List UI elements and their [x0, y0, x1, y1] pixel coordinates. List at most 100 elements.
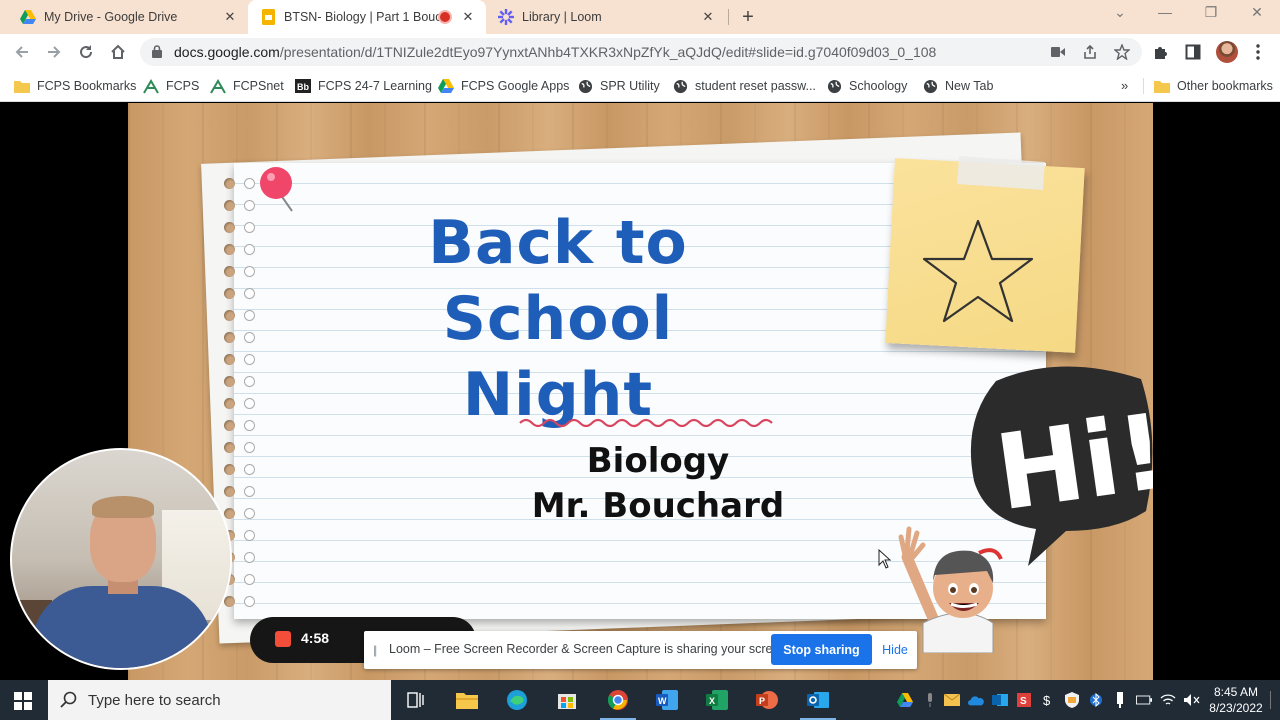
arrow-right-icon [48, 46, 61, 58]
bookmark-label: Other bookmarks [1177, 79, 1273, 93]
binder-ring-hole [244, 508, 255, 519]
svg-text:X: X [709, 696, 715, 706]
binder-hole [224, 376, 235, 387]
google-drive-tray-icon[interactable] [897, 692, 913, 708]
close-icon[interactable]: ✕ [700, 9, 716, 25]
tab-loom[interactable]: Library | Loom ✕ [486, 0, 726, 34]
dollar-tray-icon[interactable]: $ [1040, 692, 1056, 708]
stop-recording-button[interactable] [275, 631, 291, 647]
taskbar-search-box[interactable]: Type here to search [48, 680, 391, 720]
taskbar-clock[interactable]: 8:45 AM 8/23/2022 [1206, 684, 1266, 716]
bookmarks-overflow-button[interactable]: » [1121, 78, 1128, 93]
loom-webcam-bubble[interactable] [10, 448, 232, 670]
share-icon[interactable] [1082, 44, 1098, 60]
binder-ring-hole [244, 376, 255, 387]
microsoft-store-icon[interactable] [555, 688, 579, 712]
binder-hole [224, 288, 235, 299]
binder-hole [224, 178, 235, 189]
bookmark-fcpsnet[interactable]: FCPSnet [210, 76, 284, 96]
bookmark-other-bookmarks[interactable]: Other bookmarks [1154, 76, 1273, 96]
lock-icon[interactable] [152, 45, 162, 63]
bookmark-spr-utility[interactable]: SPR Utility [577, 76, 660, 96]
microphone-tray-icon[interactable] [922, 692, 938, 708]
bookmark-fcps-24-7[interactable]: Bb FCPS 24-7 Learning [295, 76, 432, 96]
address-bar[interactable]: docs.google.com/presentation/d/1TNIZule2… [140, 38, 1142, 66]
star-bookmark-icon[interactable] [1114, 44, 1130, 60]
onedrive-tray-icon[interactable] [968, 692, 984, 708]
extensions-puzzle-icon[interactable] [1152, 43, 1170, 61]
word-icon[interactable]: W [655, 688, 679, 712]
powerpoint-icon[interactable]: P [755, 688, 779, 712]
bookmark-fcps-bookmarks[interactable]: FCPS Bookmarks [14, 76, 136, 96]
stop-sharing-button[interactable]: Stop sharing [771, 634, 872, 665]
bookmark-fcps-google-apps[interactable]: FCPS Google Apps [438, 76, 569, 96]
tab-google-drive[interactable]: My Drive - Google Drive ✕ [8, 0, 248, 34]
home-button[interactable] [108, 42, 128, 62]
bookmarks-bar: FCPS Bookmarks FCPS FCPSnet Bb FCPS 24-7… [0, 70, 1280, 102]
usb-device-tray-icon[interactable] [1112, 692, 1128, 708]
reload-button[interactable] [76, 42, 96, 62]
svg-text:W: W [658, 696, 667, 706]
bluetooth-tray-icon[interactable] [1088, 692, 1104, 708]
binder-ring-hole [244, 486, 255, 497]
google-drive-icon [20, 9, 36, 25]
app-tray-icon-s[interactable]: S [1016, 692, 1032, 708]
chrome-icon[interactable] [600, 688, 636, 720]
new-tab-button[interactable]: + [738, 6, 758, 28]
camera-in-use-icon[interactable] [1050, 44, 1066, 60]
bookmark-schoology[interactable]: Schoology [826, 76, 907, 96]
mail-tray-icon[interactable] [944, 692, 960, 708]
close-icon[interactable]: ✕ [222, 9, 238, 25]
globe-icon [672, 78, 688, 94]
url-host: docs.google.com [174, 44, 280, 60]
tab-title: My Drive - Google Drive [44, 10, 178, 24]
tab-slides[interactable]: BTSN- Biology | Part 1 Bouch ✕ [248, 0, 486, 34]
windows-start-icon[interactable] [14, 692, 32, 710]
window-close-button[interactable]: ✕ [1242, 4, 1272, 21]
bookmark-fcps[interactable]: FCPS [143, 76, 199, 96]
outlook-icon[interactable] [800, 688, 836, 720]
excel-icon[interactable]: X [705, 688, 729, 712]
fcps-icon [143, 78, 159, 94]
side-panel-icon[interactable] [1184, 43, 1202, 61]
profile-avatar[interactable] [1216, 41, 1238, 63]
binder-ring-hole [244, 574, 255, 585]
wifi-tray-icon[interactable] [1160, 692, 1176, 708]
close-icon[interactable]: ✕ [460, 9, 476, 25]
volume-muted-tray-icon[interactable] [1184, 692, 1200, 708]
tab-strip: My Drive - Google Drive ✕ BTSN- Biology … [0, 0, 1280, 34]
binder-ring-hole [244, 398, 255, 409]
forward-button[interactable] [44, 42, 64, 62]
show-desktop-button[interactable] [1270, 691, 1278, 709]
slide-canvas[interactable]: Back to School Night Biology Mr. Bouchar… [128, 103, 1153, 680]
globe-icon [922, 78, 938, 94]
reload-icon [80, 45, 93, 59]
battery-tray-icon[interactable] [1136, 692, 1152, 708]
minimize-button[interactable]: — [1150, 4, 1180, 20]
svg-text:S: S [1020, 696, 1027, 707]
task-view-icon[interactable] [404, 688, 428, 712]
globe-icon [826, 78, 842, 94]
hide-button[interactable]: Hide [877, 634, 913, 665]
bookmark-student-reset[interactable]: student reset passw... [672, 76, 816, 96]
bookmark-new-tab[interactable]: New Tab [922, 76, 993, 96]
slide-subject: Biology [586, 441, 730, 481]
tab-search-chevron-icon[interactable]: ⌄ [1105, 4, 1135, 21]
file-explorer-icon[interactable] [455, 688, 479, 712]
bookmark-label: New Tab [945, 79, 994, 93]
binder-ring-hole [244, 200, 255, 211]
edge-browser-icon[interactable] [505, 688, 529, 712]
drag-handle-icon[interactable]: || [373, 643, 377, 657]
binder-ring-hole [244, 552, 255, 563]
binder-ring-hole [244, 310, 255, 321]
security-shield-tray-icon[interactable] [1064, 692, 1080, 708]
binder-ring-hole [244, 178, 255, 189]
restore-button[interactable]: ❐ [1196, 4, 1226, 21]
recording-timer: 4:58 [301, 630, 330, 646]
slide-title: Back to School Night [303, 205, 813, 433]
kebab-menu-icon[interactable] [1249, 43, 1267, 61]
webcam-person-hair [92, 496, 154, 518]
url-path: /presentation/d/1TNIZule2dtEyo97YynxtANh… [279, 44, 937, 60]
outlook-tray-icon[interactable] [992, 692, 1008, 708]
back-button[interactable] [12, 42, 32, 62]
